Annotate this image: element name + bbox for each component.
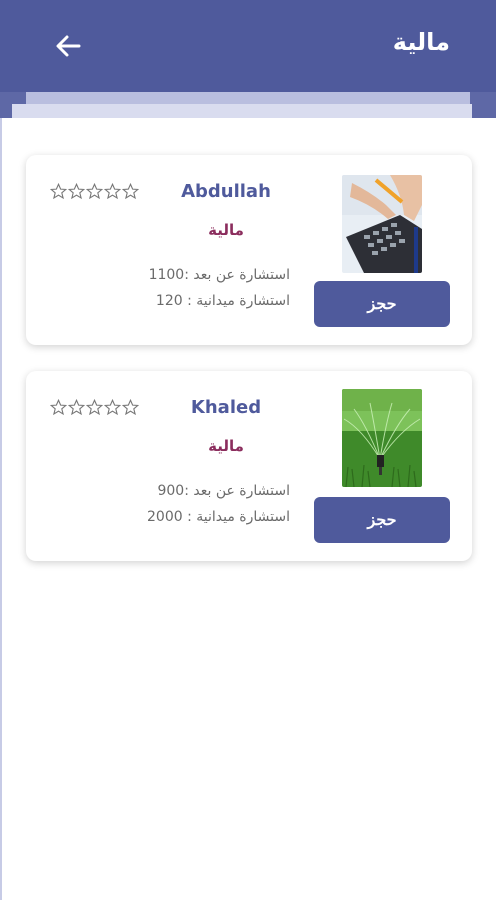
consultant-category: مالية xyxy=(208,221,244,239)
remote-consultation-price: استشارة عن بعد :1100 xyxy=(148,267,290,283)
sprinkler-photo-icon xyxy=(342,389,422,487)
header-divider xyxy=(26,92,470,104)
consultant-card[interactable]: Khaled مالية استشارة عن بعد :900 استشارة… xyxy=(26,371,472,561)
consultant-category: مالية xyxy=(208,437,244,455)
field-consultation-price: استشارة ميدانية : 120 xyxy=(155,293,290,309)
star-icon xyxy=(122,399,139,416)
calculator-photo-icon xyxy=(342,175,422,273)
consultant-card[interactable]: Abdullah مالية استشارة عن بعد :1100 استش… xyxy=(26,155,472,345)
app-bar: مالية xyxy=(0,0,496,92)
divider xyxy=(0,118,2,900)
star-icon xyxy=(122,183,139,200)
remote-consultation-price: استشارة عن بعد :900 xyxy=(157,483,290,499)
star-icon xyxy=(86,183,103,200)
star-icon xyxy=(68,183,85,200)
star-icon xyxy=(50,183,67,200)
book-button[interactable]: حجز xyxy=(314,281,450,327)
star-icon xyxy=(86,399,103,416)
star-icon xyxy=(104,399,121,416)
rating-stars xyxy=(50,183,139,203)
back-arrow-icon[interactable] xyxy=(50,28,86,64)
star-icon xyxy=(104,183,121,200)
page-title: مالية xyxy=(392,28,450,56)
consultant-name: Abdullah xyxy=(181,181,271,202)
rating-stars xyxy=(50,399,139,419)
consultant-name: Khaled xyxy=(190,397,262,418)
book-button[interactable]: حجز xyxy=(314,497,450,543)
star-icon xyxy=(68,399,85,416)
field-consultation-price: استشارة ميدانية : 2000 xyxy=(147,509,290,525)
star-icon xyxy=(50,399,67,416)
header-divider xyxy=(12,104,472,118)
